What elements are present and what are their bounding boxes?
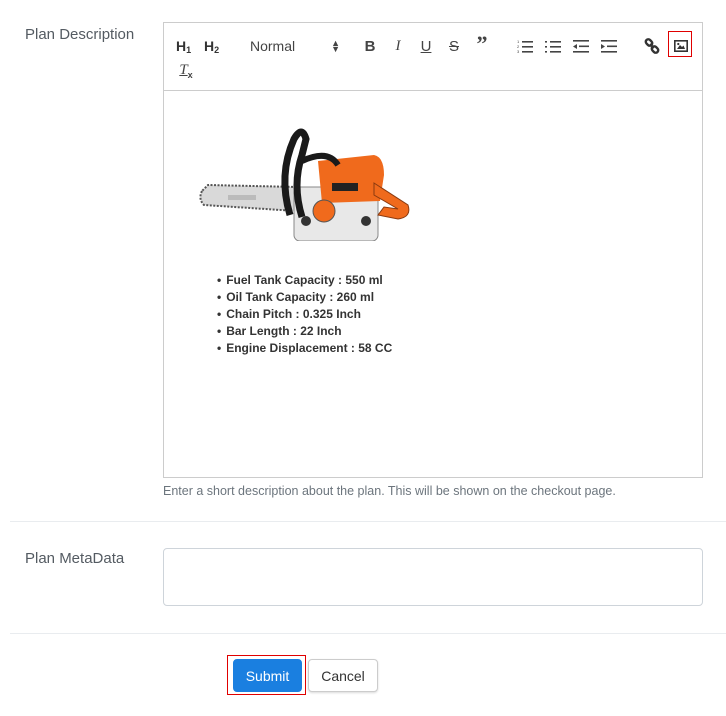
italic-button[interactable]: I bbox=[389, 35, 407, 57]
strikethrough-button[interactable]: S bbox=[445, 35, 463, 57]
cancel-button[interactable]: Cancel bbox=[308, 659, 378, 692]
plan-metadata-label: Plan MetaData bbox=[25, 550, 125, 567]
format-select-value: Normal bbox=[250, 38, 296, 54]
spec-item: Engine Displacement : 58 CC bbox=[217, 340, 392, 357]
bold-button[interactable]: B bbox=[361, 35, 379, 57]
spec-item: Chain Pitch : 0.325 Inch bbox=[217, 306, 392, 323]
strikethrough-icon: S bbox=[448, 37, 459, 55]
bullet-list-button[interactable] bbox=[544, 35, 562, 57]
italic-icon: I bbox=[395, 37, 401, 54]
spec-item: Oil Tank Capacity : 260 ml bbox=[217, 289, 392, 306]
rich-text-editor: H1 H2 Normal ▲ ▼ B I U S ” 123 Tx • Fuel… bbox=[163, 22, 703, 478]
section-divider bbox=[10, 633, 726, 634]
chainsaw-image bbox=[199, 128, 410, 241]
svg-text:3: 3 bbox=[517, 49, 520, 53]
image-button[interactable] bbox=[671, 35, 691, 57]
format-select[interactable]: Normal ▲ ▼ bbox=[250, 35, 340, 57]
underline-button[interactable]: U bbox=[417, 35, 435, 57]
clear-format-icon: Tx bbox=[179, 62, 193, 80]
blockquote-button[interactable]: ” bbox=[473, 31, 491, 56]
description-help-text: Enter a short description about the plan… bbox=[163, 484, 616, 498]
spec-item: Fuel Tank Capacity : 550 ml bbox=[217, 272, 392, 289]
outdent-button[interactable] bbox=[572, 35, 590, 57]
indent-icon bbox=[601, 40, 617, 53]
heading-1-button[interactable]: H1 bbox=[176, 35, 191, 57]
indent-button[interactable] bbox=[600, 35, 618, 57]
heading-2-button[interactable]: H2 bbox=[204, 35, 219, 57]
plan-description-label: Plan Description bbox=[25, 26, 135, 43]
ordered-list-button[interactable]: 123 bbox=[516, 35, 534, 57]
select-arrows-icon: ▲ ▼ bbox=[331, 38, 340, 54]
outdent-icon bbox=[573, 40, 589, 53]
spec-list: Fuel Tank Capacity : 550 ml Oil Tank Cap… bbox=[217, 272, 392, 357]
spec-item: Bar Length : 22 Inch bbox=[217, 323, 392, 340]
editor-content[interactable]: Fuel Tank Capacity : 550 ml Oil Tank Cap… bbox=[164, 91, 702, 477]
quote-icon: ” bbox=[476, 31, 488, 56]
plan-metadata-input[interactable] bbox=[163, 548, 703, 606]
link-button[interactable] bbox=[643, 35, 661, 57]
editor-toolbar: H1 H2 Normal ▲ ▼ B I U S ” 123 Tx bbox=[164, 23, 702, 91]
ordered-list-icon: 123 bbox=[517, 39, 533, 53]
submit-button[interactable]: Submit bbox=[233, 659, 302, 692]
clear-format-button[interactable]: Tx bbox=[177, 60, 195, 82]
image-icon bbox=[674, 40, 688, 52]
bold-icon: B bbox=[364, 37, 376, 55]
section-divider bbox=[10, 521, 726, 522]
link-icon bbox=[644, 38, 660, 54]
bullet-list-icon bbox=[545, 41, 561, 53]
underline-icon: U bbox=[420, 37, 432, 55]
